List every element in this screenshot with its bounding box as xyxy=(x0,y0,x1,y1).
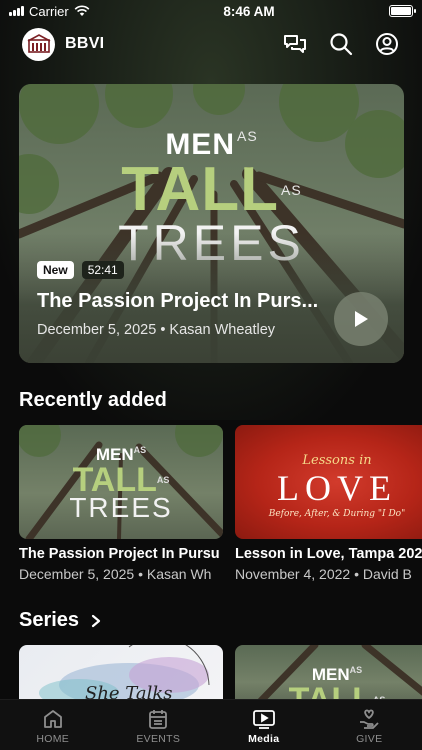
calendar-icon xyxy=(149,710,168,729)
media-meta: December 5, 2025 • Kasan Wh xyxy=(19,566,212,582)
search-icon[interactable] xyxy=(328,31,354,57)
play-icon xyxy=(355,311,368,327)
signal-icon xyxy=(9,6,24,16)
media-title: Lesson in Love, Tampa 202 xyxy=(235,546,422,562)
app-logo[interactable] xyxy=(22,27,55,61)
status-time: 8:46 AM xyxy=(223,3,275,19)
play-button[interactable] xyxy=(334,292,388,346)
tab-home[interactable]: HOME xyxy=(0,700,106,750)
media-icon xyxy=(252,710,275,729)
account-icon[interactable] xyxy=(374,31,400,57)
media-title: The Passion Project In Pursu xyxy=(19,546,220,562)
give-icon xyxy=(360,709,379,729)
media-card[interactable]: MENAS TALLAS TREES The Passion Project I… xyxy=(19,425,223,582)
new-badge: New xyxy=(37,261,74,279)
media-card[interactable]: Lessons in LOVE Before, After, & During … xyxy=(235,425,422,582)
recently-added-heading: Recently added xyxy=(19,389,167,411)
tab-bar: HOME EVENTS Media GIVE xyxy=(0,699,422,750)
duration-badge: 52:41 xyxy=(81,261,124,279)
status-bar: Carrier 8:46 AM xyxy=(0,0,422,22)
wifi-icon xyxy=(74,5,90,16)
app-name: BBVI xyxy=(65,35,105,52)
battery-icon xyxy=(389,5,416,17)
media-thumbnail: MENAS TALLAS TREES xyxy=(19,425,223,539)
media-meta: November 4, 2022 • David B xyxy=(235,566,412,582)
chat-icon[interactable] xyxy=(282,31,308,57)
tab-events[interactable]: EVENTS xyxy=(106,700,212,750)
series-heading[interactable]: Series xyxy=(19,609,101,632)
chevron-right-icon xyxy=(91,614,101,627)
featured-title: The Passion Project In Purs... xyxy=(37,290,319,312)
featured-meta: December 5, 2025 • Kasan Wheatley xyxy=(37,322,276,338)
home-icon xyxy=(43,710,62,728)
media-thumbnail: Lessons in LOVE Before, After, & During … xyxy=(235,425,422,539)
carrier-label: Carrier xyxy=(29,3,69,19)
featured-media-card[interactable]: MENAS TALLAS TREES New 52:41 The Passion… xyxy=(19,84,404,363)
app-header: BBVI xyxy=(0,26,422,62)
tab-media[interactable]: Media xyxy=(211,700,317,750)
tab-give[interactable]: GIVE xyxy=(317,700,422,750)
series-card[interactable]: She Talks xyxy=(19,645,223,707)
series-card[interactable]: MENAS TALLAS xyxy=(235,645,422,707)
